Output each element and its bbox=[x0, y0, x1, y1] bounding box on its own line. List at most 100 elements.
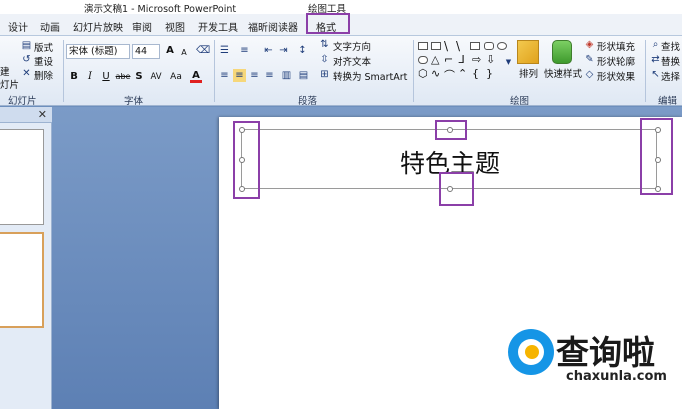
group-label-font: 字体 bbox=[124, 96, 144, 107]
shape-rectangle[interactable] bbox=[470, 42, 480, 50]
highlight-format-tab bbox=[306, 13, 350, 34]
align-right-icon[interactable]: ≡ bbox=[248, 69, 261, 82]
group-divider bbox=[63, 40, 64, 102]
new-slide-label-a[interactable]: 建 bbox=[0, 64, 10, 78]
line-spacing-icon[interactable]: ↕ bbox=[296, 44, 309, 57]
tab-developer[interactable]: 开发工具 bbox=[198, 19, 238, 34]
justify-icon[interactable]: ≡ bbox=[263, 69, 276, 82]
group-label-paragraph: 段落 bbox=[298, 96, 318, 107]
quick-styles-button[interactable]: 快速样式 bbox=[544, 66, 582, 80]
highlight-top-handle bbox=[435, 120, 467, 140]
shape-line-b[interactable]: \ bbox=[456, 39, 460, 53]
delete-icon: ✕ bbox=[22, 68, 31, 79]
convert-smartart-button[interactable]: 转换为 SmartArt bbox=[333, 69, 407, 83]
shape-oval-2[interactable] bbox=[418, 56, 428, 64]
align-center-icon[interactable]: ≡ bbox=[233, 69, 246, 82]
watermark-logo-icon bbox=[508, 329, 554, 375]
bullets-icon[interactable]: ☰ bbox=[218, 44, 231, 57]
shape-vertical-textbox[interactable] bbox=[431, 42, 441, 50]
watermark-name: 查询啦 bbox=[556, 333, 655, 372]
group-divider bbox=[413, 40, 414, 102]
slides-pane: ✕ bbox=[0, 107, 52, 409]
underline-button[interactable]: U bbox=[100, 70, 112, 84]
group-label-slides: 幻灯片 bbox=[8, 96, 37, 107]
arrange-button[interactable]: 排列 bbox=[519, 66, 538, 80]
tab-review[interactable]: 审阅 bbox=[132, 19, 152, 34]
replace-button[interactable]: 替换 bbox=[661, 54, 680, 68]
gallery-scroll-icon[interactable]: ▼ bbox=[502, 56, 515, 69]
char-spacing-button[interactable]: AV bbox=[148, 70, 164, 84]
quick-styles-icon bbox=[552, 40, 572, 64]
slide-thumbnail-1[interactable] bbox=[0, 129, 44, 225]
arrange-icon bbox=[517, 40, 539, 64]
font-size-select[interactable]: 44 bbox=[132, 44, 160, 59]
layout-button[interactable]: 版式 bbox=[34, 40, 53, 54]
shape-right-arrow[interactable]: ⇨ bbox=[472, 53, 481, 66]
shape-brace-right[interactable]: } bbox=[486, 67, 493, 80]
title-bar: 演示文稿1 - Microsoft PowerPoint 绘图工具 bbox=[0, 0, 682, 15]
shape-effects-icon: ◇ bbox=[585, 69, 594, 80]
tab-design[interactable]: 设计 bbox=[8, 19, 28, 34]
align-left-icon[interactable]: ≡ bbox=[218, 69, 231, 82]
shape-line-a[interactable]: \ bbox=[444, 39, 448, 53]
highlight-left-handles bbox=[233, 121, 260, 199]
text-direction-icon: ⇅ bbox=[320, 39, 329, 50]
shape-freeform[interactable]: ⌒ bbox=[444, 67, 455, 83]
tab-view[interactable]: 视图 bbox=[165, 19, 185, 34]
group-divider bbox=[645, 40, 646, 102]
italic-button[interactable]: I bbox=[84, 70, 96, 84]
align-text-button[interactable]: 对齐文本 bbox=[333, 54, 371, 68]
tab-foxit-reader[interactable]: 福昕阅读器 bbox=[248, 19, 298, 34]
reset-button[interactable]: 重设 bbox=[34, 54, 53, 68]
strikethrough-button[interactable]: abe bbox=[114, 70, 132, 84]
ribbon: 建 灯片 ▤ 版式 ↺ 重设 ✕ 删除 幻灯片 宋体 (标题) 44 A A ⌫… bbox=[0, 36, 682, 107]
distribute-icon[interactable]: ▥ bbox=[280, 69, 293, 82]
highlight-right-handles bbox=[640, 118, 673, 195]
close-pane-icon[interactable]: ✕ bbox=[38, 108, 47, 121]
shape-brace-left[interactable]: { bbox=[472, 67, 479, 80]
columns-icon[interactable]: ▤ bbox=[297, 69, 310, 82]
decrease-indent-icon[interactable]: ⇤ bbox=[262, 44, 275, 57]
shape-textbox[interactable] bbox=[418, 42, 428, 50]
shape-rounded-rectangle[interactable] bbox=[484, 42, 494, 50]
grow-font-button[interactable]: A bbox=[164, 44, 176, 58]
shape-effects-button[interactable]: 形状效果 bbox=[597, 69, 635, 83]
tab-slideshow[interactable]: 幻灯片放映 bbox=[73, 19, 123, 34]
change-case-button[interactable]: Aa bbox=[168, 70, 184, 84]
group-label-editing: 编辑 bbox=[658, 96, 678, 107]
shape-down-arrow[interactable]: ⇩ bbox=[486, 53, 495, 66]
font-color-button[interactable]: A bbox=[190, 69, 202, 83]
shape-connector[interactable]: ᒧ bbox=[458, 53, 465, 66]
shape-outline-icon: ✎ bbox=[585, 54, 594, 65]
shape-hexagon[interactable]: ⬡ bbox=[418, 67, 428, 80]
shape-elbow[interactable]: ⌐ bbox=[444, 53, 453, 66]
shape-arc[interactable]: ⌃ bbox=[458, 67, 467, 80]
text-direction-button[interactable]: 文字方向 bbox=[333, 39, 371, 53]
highlight-bottom-handle bbox=[439, 172, 474, 206]
text-shadow-button[interactable]: S bbox=[133, 70, 145, 84]
shrink-font-button[interactable]: A bbox=[179, 46, 189, 60]
increase-indent-icon[interactable]: ⇥ bbox=[277, 44, 290, 57]
slide-thumbnail-2[interactable] bbox=[0, 232, 44, 328]
shape-oval[interactable] bbox=[497, 42, 507, 50]
tab-animation[interactable]: 动画 bbox=[40, 19, 60, 34]
window-title: 演示文稿1 - Microsoft PowerPoint bbox=[84, 4, 237, 15]
slides-pane-header: ✕ bbox=[0, 107, 52, 123]
delete-button[interactable]: 删除 bbox=[34, 68, 53, 82]
numbering-icon[interactable]: ≡ bbox=[238, 44, 251, 57]
find-button[interactable]: 查找 bbox=[661, 39, 680, 53]
bold-button[interactable]: B bbox=[68, 70, 80, 84]
shape-fill-button[interactable]: 形状填充 bbox=[597, 39, 635, 53]
layout-icon: ▤ bbox=[21, 40, 32, 51]
smartart-icon: ⊞ bbox=[320, 69, 329, 80]
clear-format-icon[interactable]: ⌫ bbox=[196, 44, 210, 57]
shape-fill-icon: ◈ bbox=[585, 39, 594, 50]
shape-curve[interactable]: ∿ bbox=[431, 67, 440, 80]
font-name-select[interactable]: 宋体 (标题) bbox=[66, 44, 130, 59]
shape-triangle[interactable]: △ bbox=[431, 53, 439, 66]
watermark-domain: chaxunla.com bbox=[566, 369, 667, 384]
group-divider bbox=[214, 40, 215, 102]
new-slide-label-b[interactable]: 灯片 bbox=[0, 77, 19, 91]
shape-outline-button[interactable]: 形状轮廓 bbox=[597, 54, 635, 68]
select-button[interactable]: 选择 bbox=[661, 69, 680, 83]
